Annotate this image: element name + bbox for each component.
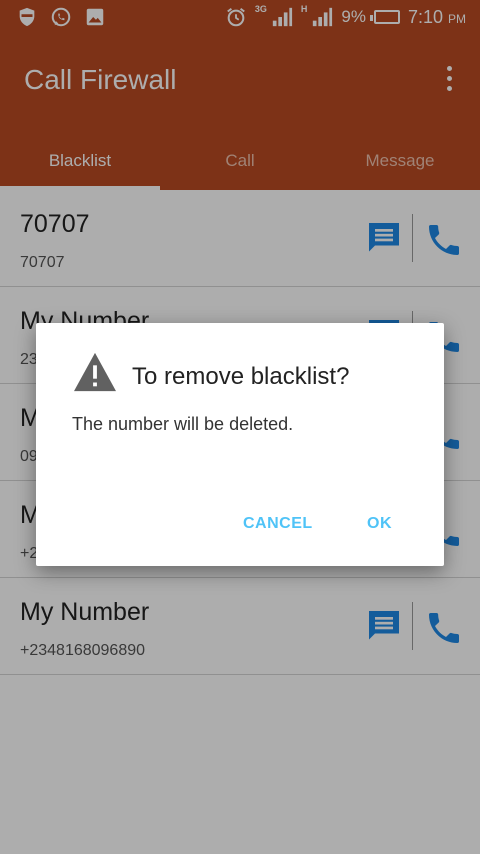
cancel-button[interactable]: CANCEL bbox=[243, 515, 313, 533]
dialog-title: To remove blacklist? bbox=[132, 363, 350, 390]
remove-blacklist-dialog: To remove blacklist? The number will be … bbox=[36, 323, 444, 566]
dialog-message: The number will be deleted. bbox=[72, 414, 294, 434]
warning-icon bbox=[74, 352, 116, 392]
ok-button[interactable]: OK bbox=[367, 515, 392, 533]
